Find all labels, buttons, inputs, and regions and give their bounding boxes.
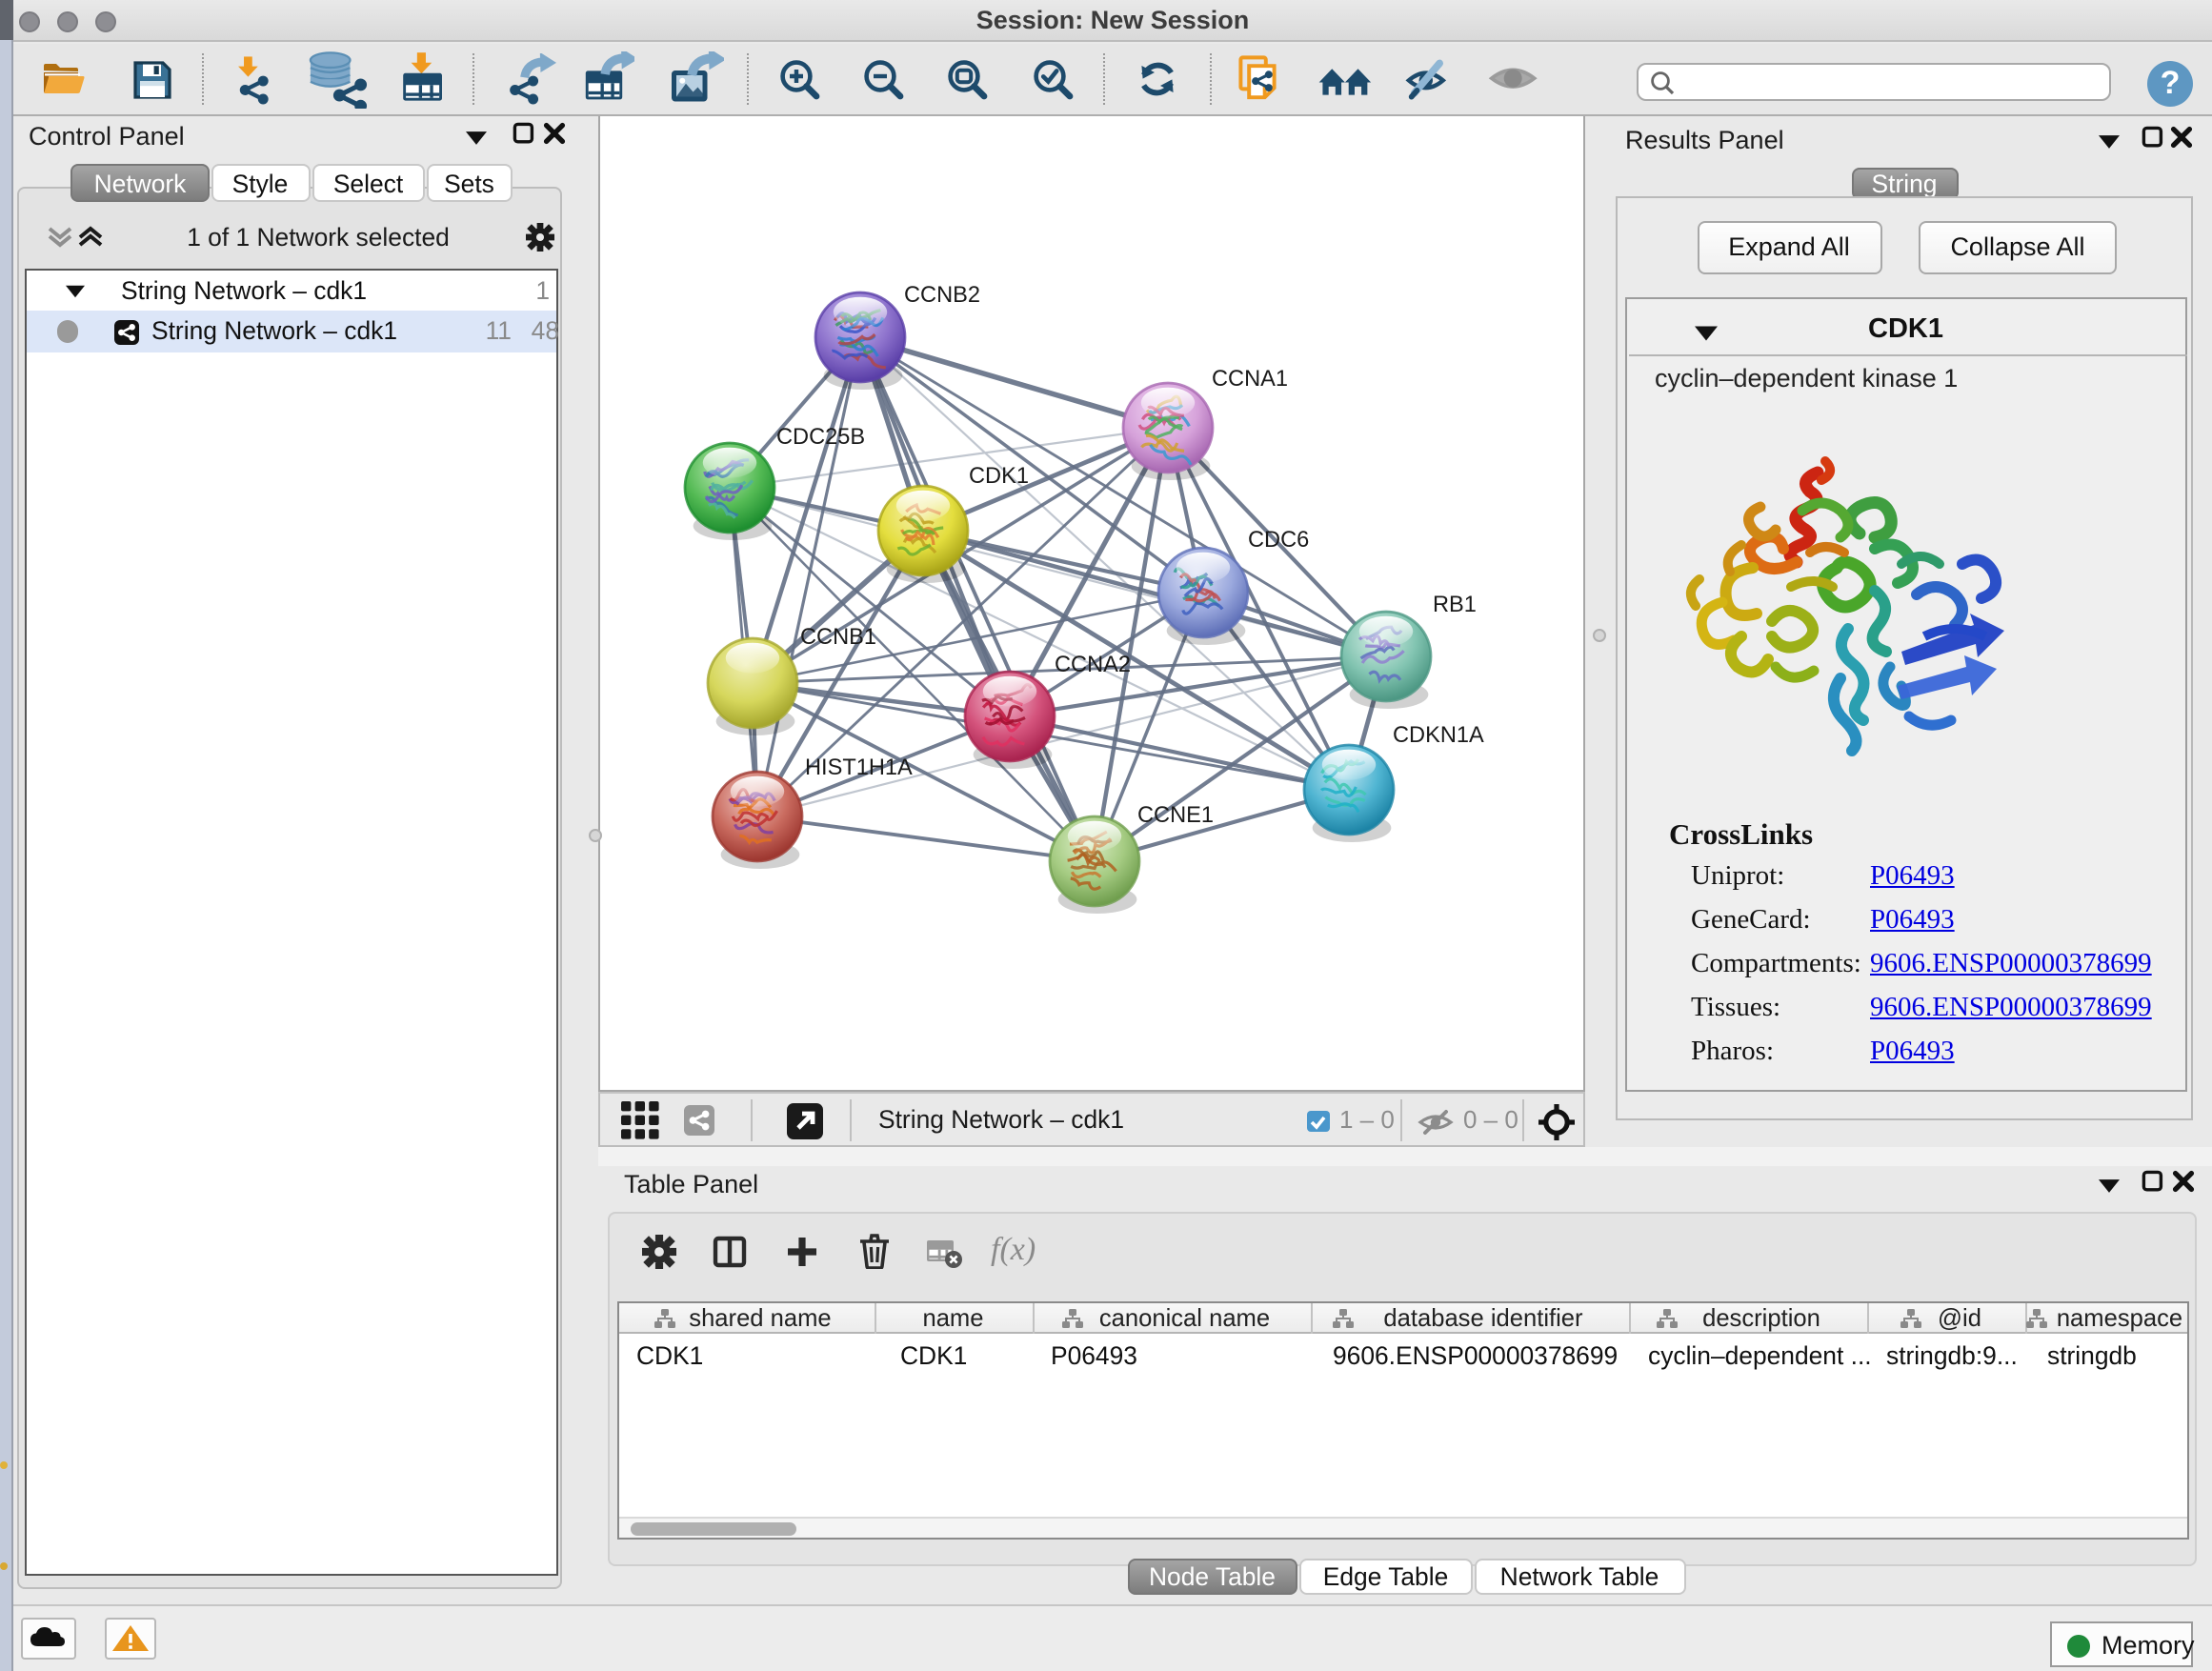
svg-text:RB1: RB1	[1433, 592, 1477, 616]
svg-text:CDC6: CDC6	[1248, 527, 1309, 552]
svg-text:CCNB1: CCNB1	[800, 624, 876, 649]
svg-text:CCNE1: CCNE1	[1137, 802, 1214, 827]
svg-text:CDC25B: CDC25B	[776, 424, 865, 449]
svg-text:CDKN1A: CDKN1A	[1393, 722, 1484, 747]
svg-text:CCNA1: CCNA1	[1212, 366, 1288, 391]
svg-text:CDK1: CDK1	[969, 463, 1029, 488]
svg-text:CCNB2: CCNB2	[904, 282, 980, 307]
svg-text:HIST1H1A: HIST1H1A	[805, 755, 913, 779]
svg-text:CCNA2: CCNA2	[1055, 652, 1131, 676]
